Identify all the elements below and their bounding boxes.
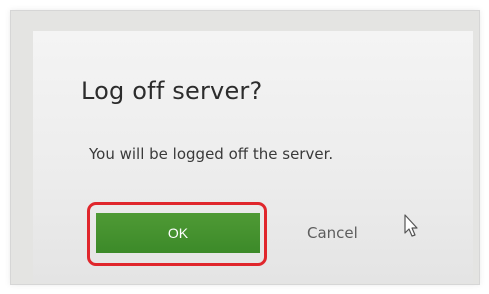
log-off-dialog: Log off server? You will be logged off t… [33, 31, 473, 283]
screen-photo-frame: Log off server? You will be logged off t… [10, 10, 480, 285]
mouse-pointer-icon [404, 214, 418, 237]
dialog-message: You will be logged off the server. [89, 145, 334, 163]
cancel-button[interactable]: Cancel [301, 219, 364, 247]
ok-button[interactable]: OK [96, 213, 260, 253]
dialog-title: Log off server? [81, 77, 263, 105]
